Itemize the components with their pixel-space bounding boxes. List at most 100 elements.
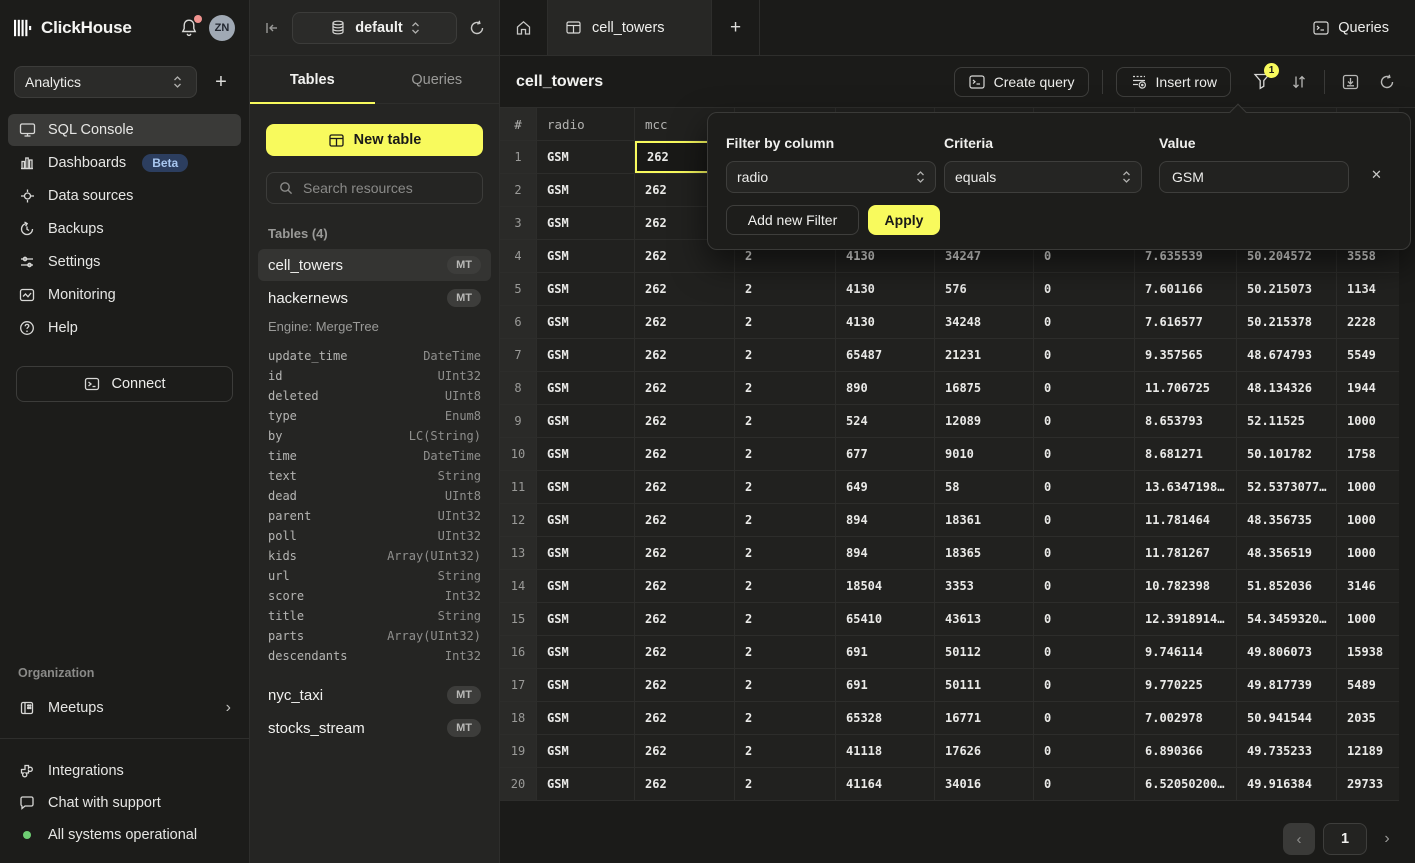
table-cell[interactable]: 29733 bbox=[1337, 768, 1399, 800]
table-cell[interactable]: 3353 bbox=[935, 570, 1034, 602]
table-cell[interactable]: 262 bbox=[635, 405, 735, 437]
table-cell[interactable]: GSM bbox=[537, 339, 635, 371]
table-cell[interactable]: 54.3459320… bbox=[1237, 603, 1337, 635]
table-cell[interactable]: 41118 bbox=[836, 735, 935, 767]
table-cell[interactable]: 17626 bbox=[935, 735, 1034, 767]
database-selector[interactable]: default bbox=[292, 12, 457, 44]
table-cell[interactable]: GSM bbox=[537, 702, 635, 734]
table-cell[interactable]: 1000 bbox=[1337, 603, 1399, 635]
create-query-button[interactable]: Create query bbox=[954, 67, 1089, 97]
table-cell[interactable]: 0 bbox=[1034, 405, 1135, 437]
table-cell[interactable]: 41164 bbox=[836, 768, 935, 800]
table-cell[interactable]: 2 bbox=[735, 372, 836, 404]
table-cell[interactable]: 50111 bbox=[935, 669, 1034, 701]
table-cell[interactable]: GSM bbox=[537, 306, 635, 338]
table-cell[interactable]: 2 bbox=[735, 669, 836, 701]
next-page-button[interactable]: › bbox=[1375, 823, 1399, 855]
table-cell[interactable]: 2 bbox=[735, 405, 836, 437]
table-cell[interactable]: GSM bbox=[537, 372, 635, 404]
table-cell[interactable]: 691 bbox=[836, 636, 935, 668]
refresh-explorer-icon[interactable] bbox=[469, 20, 485, 36]
table-cell[interactable]: 18361 bbox=[935, 504, 1034, 536]
table-cell[interactable]: 5549 bbox=[1337, 339, 1399, 371]
column-header[interactable]: radio bbox=[537, 108, 635, 140]
table-cell[interactable]: 2035 bbox=[1337, 702, 1399, 734]
sidebar-item-all-systems-operational[interactable]: All systems operational bbox=[0, 819, 249, 851]
table-cell[interactable]: GSM bbox=[537, 537, 635, 569]
workspace-selector[interactable]: Analytics bbox=[14, 66, 197, 98]
search-input[interactable]: Search resources bbox=[266, 172, 483, 204]
table-cell[interactable]: 262 bbox=[635, 702, 735, 734]
table-cell[interactable]: 1134 bbox=[1337, 273, 1399, 305]
table-cell[interactable]: 4130 bbox=[836, 306, 935, 338]
table-cell[interactable]: GSM bbox=[537, 735, 635, 767]
table-cell[interactable]: 49.817739 bbox=[1237, 669, 1337, 701]
table-cell[interactable]: 18365 bbox=[935, 537, 1034, 569]
table-cell[interactable]: 51.852036 bbox=[1237, 570, 1337, 602]
table-cell[interactable]: 15938 bbox=[1337, 636, 1399, 668]
apply-filter-button[interactable]: Apply bbox=[868, 205, 940, 235]
table-cell[interactable]: 0 bbox=[1034, 636, 1135, 668]
table-cell[interactable]: 2 bbox=[735, 537, 836, 569]
table-cell[interactable]: 9010 bbox=[935, 438, 1034, 470]
table-cell[interactable]: 1944 bbox=[1337, 372, 1399, 404]
table-cell[interactable]: GSM bbox=[537, 504, 635, 536]
sidebar-item-dashboards[interactable]: DashboardsBeta bbox=[8, 147, 241, 179]
table-cell[interactable]: 262 bbox=[635, 735, 735, 767]
table-cell[interactable]: GSM bbox=[537, 405, 635, 437]
home-tab[interactable] bbox=[500, 0, 548, 55]
refresh-button[interactable] bbox=[1375, 70, 1399, 94]
table-cell[interactable]: 262 bbox=[635, 504, 735, 536]
table-cell[interactable]: 2 bbox=[735, 504, 836, 536]
sidebar-item-chat-with-support[interactable]: Chat with support bbox=[0, 787, 249, 819]
table-cell[interactable]: 12089 bbox=[935, 405, 1034, 437]
table-cell[interactable]: 894 bbox=[836, 537, 935, 569]
sidebar-item-meetups[interactable]: Meetups › bbox=[0, 692, 249, 724]
table-cell[interactable]: 11.781267 bbox=[1135, 537, 1237, 569]
table-cell[interactable]: 1758 bbox=[1337, 438, 1399, 470]
table-cell[interactable]: 11.706725 bbox=[1135, 372, 1237, 404]
table-cell[interactable]: 50.215073 bbox=[1237, 273, 1337, 305]
table-cell[interactable]: 262 bbox=[635, 570, 735, 602]
table-cell[interactable]: 890 bbox=[836, 372, 935, 404]
table-cell[interactable]: GSM bbox=[537, 570, 635, 602]
sidebar-item-backups[interactable]: Backups bbox=[8, 213, 241, 245]
add-new-filter-button[interactable]: Add new Filter bbox=[726, 205, 859, 235]
table-cell[interactable]: 50.215378 bbox=[1237, 306, 1337, 338]
table-cell[interactable]: 262 bbox=[635, 372, 735, 404]
table-cell[interactable]: 0 bbox=[1034, 273, 1135, 305]
table-cell[interactable]: 2 bbox=[735, 273, 836, 305]
table-cell[interactable]: 262 bbox=[635, 273, 735, 305]
table-cell[interactable]: 262 bbox=[635, 339, 735, 371]
table-cell[interactable]: 52.11525 bbox=[1237, 405, 1337, 437]
table-cell[interactable]: 7.002978 bbox=[1135, 702, 1237, 734]
table-cell[interactable]: GSM bbox=[537, 636, 635, 668]
table-cell[interactable]: 2228 bbox=[1337, 306, 1399, 338]
row-number-header[interactable]: # bbox=[500, 108, 537, 140]
table-cell[interactable]: 0 bbox=[1034, 603, 1135, 635]
table-cell[interactable]: 58 bbox=[935, 471, 1034, 503]
table-cell[interactable]: 16875 bbox=[935, 372, 1034, 404]
table-cell[interactable]: 0 bbox=[1034, 735, 1135, 767]
table-cell[interactable]: 65410 bbox=[836, 603, 935, 635]
table-cell[interactable]: 8.681271 bbox=[1135, 438, 1237, 470]
table-cell[interactable]: 894 bbox=[836, 504, 935, 536]
table-cell[interactable]: 0 bbox=[1034, 702, 1135, 734]
table-cell[interactable]: 0 bbox=[1034, 570, 1135, 602]
table-cell[interactable]: 649 bbox=[836, 471, 935, 503]
sidebar-item-settings[interactable]: Settings bbox=[8, 246, 241, 278]
table-cell[interactable]: 50.941544 bbox=[1237, 702, 1337, 734]
table-cell[interactable]: 21231 bbox=[935, 339, 1034, 371]
sidebar-item-help[interactable]: Help bbox=[8, 312, 241, 344]
table-cell[interactable]: 49.916384 bbox=[1237, 768, 1337, 800]
collapse-sidebar-icon[interactable] bbox=[264, 21, 280, 35]
table-cell[interactable]: 49.735233 bbox=[1237, 735, 1337, 767]
table-cell[interactable]: 262 bbox=[635, 768, 735, 800]
new-table-button[interactable]: New table bbox=[266, 124, 483, 156]
table-cell[interactable]: GSM bbox=[537, 669, 635, 701]
queries-button[interactable]: Queries bbox=[1312, 0, 1389, 55]
table-cell[interactable]: 48.356735 bbox=[1237, 504, 1337, 536]
table-cell[interactable]: 2 bbox=[735, 702, 836, 734]
table-cell[interactable]: 3146 bbox=[1337, 570, 1399, 602]
table-cell[interactable]: GSM bbox=[537, 438, 635, 470]
